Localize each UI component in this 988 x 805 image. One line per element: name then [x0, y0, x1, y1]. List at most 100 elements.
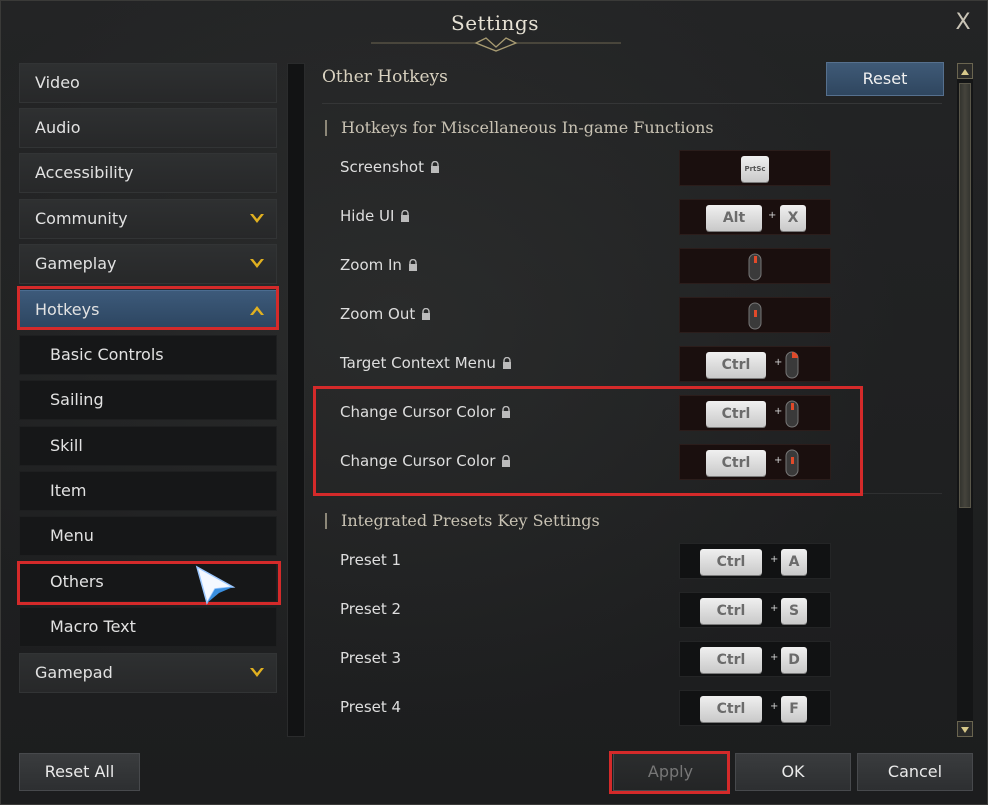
- sidebar-item-label: Hotkeys: [35, 300, 100, 319]
- sidebar-scroll-track: [287, 63, 305, 737]
- lock-icon: [502, 357, 511, 369]
- plus-sign: +: [774, 357, 783, 368]
- mouse-icon: [785, 400, 799, 428]
- title-ornament-icon: [371, 37, 621, 52]
- sidebar-item-label: Community: [35, 209, 128, 228]
- hotkey-row-label: Preset 4: [340, 698, 402, 716]
- sidebar-item-basic-controls[interactable]: Basic Controls: [19, 335, 277, 375]
- divider: [322, 493, 942, 494]
- hotkey-row-label: Zoom In: [340, 254, 418, 276]
- sidebar-item-label: Sailing: [50, 390, 104, 409]
- hotkey-slot-preset-4[interactable]: Ctrl + F: [679, 690, 831, 726]
- keycap: Ctrl: [700, 647, 762, 673]
- hotkey-slot-zoom-out[interactable]: [679, 297, 831, 333]
- sidebar-item-label: Others: [50, 572, 104, 591]
- scroll-thumb[interactable]: [959, 83, 971, 508]
- hotkey-row-label: Screenshot: [340, 156, 440, 178]
- plus-sign: +: [774, 455, 783, 466]
- hotkey-row-label: Preset 2: [340, 600, 402, 618]
- hotkey-slot-change-cursor-color-1[interactable]: Ctrl +: [679, 395, 831, 431]
- sidebar-item-label: Accessibility: [35, 163, 134, 182]
- sidebar-item-video[interactable]: Video: [19, 63, 277, 103]
- hotkey-slot-zoom-in[interactable]: [679, 248, 831, 284]
- plus-sign: +: [770, 603, 779, 614]
- sidebar-item-sailing[interactable]: Sailing: [19, 380, 277, 420]
- section-title-presets: Integrated Presets Key Settings: [325, 513, 600, 529]
- keycap: D: [781, 647, 807, 673]
- sidebar-item-label: Skill: [50, 436, 83, 455]
- settings-dialog: Settings X Video Audio Accessibility Com…: [0, 0, 988, 805]
- chevron-down-icon: [250, 214, 264, 223]
- settings-sidebar: Video Audio Accessibility Community Game…: [19, 63, 279, 739]
- sidebar-item-macro-text[interactable]: Macro Text: [19, 607, 277, 647]
- sidebar-item-gamepad[interactable]: Gamepad: [19, 653, 277, 693]
- keycap: Ctrl: [706, 352, 766, 378]
- sidebar-item-label: Audio: [35, 118, 81, 137]
- lock-icon: [401, 210, 410, 222]
- lock-icon: [422, 308, 431, 320]
- hotkey-row-label: Change Cursor Color: [340, 450, 511, 472]
- sidebar-item-hotkeys[interactable]: Hotkeys: [19, 290, 277, 330]
- hotkey-row-label: Hide UI: [340, 205, 410, 227]
- plus-sign: +: [770, 701, 779, 712]
- mouse-icon: [748, 253, 762, 281]
- sidebar-item-accessibility[interactable]: Accessibility: [19, 153, 277, 193]
- cancel-button[interactable]: Cancel: [857, 753, 973, 791]
- window-title: Settings: [451, 11, 539, 35]
- sidebar-item-gameplay[interactable]: Gameplay: [19, 244, 277, 284]
- scroll-down-button[interactable]: [957, 721, 973, 737]
- keycap: Ctrl: [700, 549, 762, 575]
- keycap: Alt: [706, 205, 762, 231]
- sidebar-item-label: Gamepad: [35, 663, 113, 682]
- plus-sign: +: [774, 406, 783, 417]
- sidebar-item-community[interactable]: Community: [19, 199, 277, 239]
- lock-icon: [502, 406, 511, 418]
- keycap: F: [781, 696, 807, 722]
- hotkey-row-label: Change Cursor Color: [340, 401, 511, 423]
- section-title-misc: Hotkeys for Miscellaneous In-game Functi…: [325, 120, 714, 136]
- sidebar-item-label: Menu: [50, 526, 94, 545]
- lock-icon: [502, 455, 511, 467]
- sidebar-item-menu[interactable]: Menu: [19, 516, 277, 556]
- sidebar-item-label: Video: [35, 73, 80, 92]
- chevron-down-icon: [250, 668, 264, 677]
- sidebar-item-label: Item: [50, 481, 87, 500]
- scrollbar[interactable]: [957, 63, 973, 737]
- sidebar-item-label: Macro Text: [50, 617, 136, 636]
- hotkey-slot-preset-2[interactable]: Ctrl + S: [679, 592, 831, 628]
- plus-sign: +: [770, 652, 779, 663]
- reset-button[interactable]: Reset: [826, 62, 944, 96]
- sidebar-item-item[interactable]: Item: [19, 471, 277, 511]
- hotkey-row-label: Preset 1: [340, 551, 402, 569]
- keycap: PrtSc: [741, 156, 769, 182]
- cursor-arrow-icon: [195, 565, 236, 605]
- keycap: Ctrl: [706, 401, 766, 427]
- hotkey-slot-hide-ui[interactable]: Alt + X: [679, 199, 831, 235]
- reset-all-button[interactable]: Reset All: [19, 753, 140, 791]
- scroll-up-button[interactable]: [957, 63, 973, 79]
- hotkey-slot-target-context-menu[interactable]: Ctrl +: [679, 346, 831, 382]
- apply-button[interactable]: Apply: [613, 753, 728, 791]
- keycap: A: [781, 549, 807, 575]
- sidebar-item-skill[interactable]: Skill: [19, 426, 277, 466]
- keycap: S: [781, 598, 807, 624]
- hotkey-slot-preset-1[interactable]: Ctrl + A: [679, 543, 831, 579]
- close-icon[interactable]: X: [951, 9, 975, 37]
- sidebar-item-others[interactable]: Others: [19, 562, 277, 602]
- hotkey-row-label: Target Context Menu: [340, 352, 512, 374]
- arrow-down-icon: [961, 727, 969, 733]
- sidebar-item-audio[interactable]: Audio: [19, 108, 277, 148]
- hotkey-slot-preset-3[interactable]: Ctrl + D: [679, 641, 831, 677]
- keycap: Ctrl: [700, 696, 762, 722]
- hotkey-slot-change-cursor-color-2[interactable]: Ctrl +: [679, 444, 831, 480]
- mouse-icon: [785, 449, 799, 477]
- plus-sign: +: [770, 554, 779, 565]
- ok-button[interactable]: OK: [735, 753, 851, 791]
- hotkey-row-label: Preset 3: [340, 649, 402, 667]
- page-title: Other Hotkeys: [322, 67, 448, 87]
- arrow-up-icon: [961, 69, 969, 75]
- keycap: X: [780, 205, 806, 231]
- sidebar-item-label: Gameplay: [35, 254, 117, 273]
- keycap: Ctrl: [706, 450, 766, 476]
- hotkey-slot-screenshot[interactable]: PrtSc: [679, 150, 831, 186]
